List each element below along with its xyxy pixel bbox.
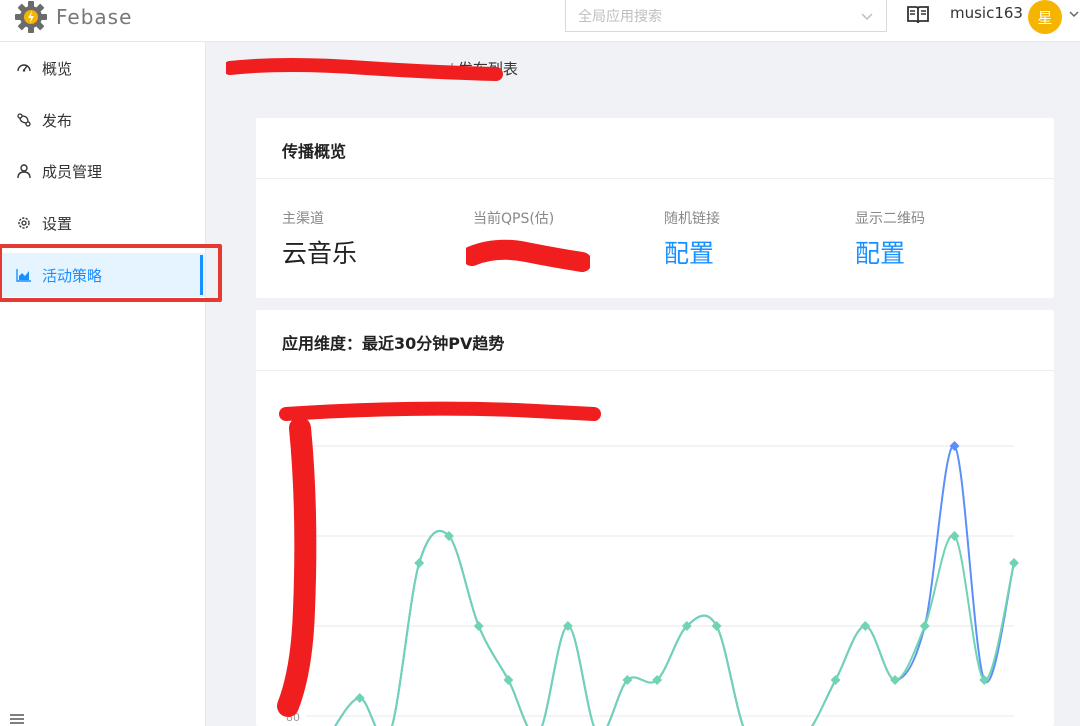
redaction-scribble (277, 417, 317, 717)
gear-icon (18, 217, 30, 229)
chevron-down-icon (861, 12, 873, 20)
sidebar-item-label: 概览 (42, 59, 73, 78)
sidebar: 概览 发布 成员管理 设置 活动策略 (0, 42, 222, 726)
plot-area (334, 441, 1019, 726)
stat-current-qps: 当前QPS(估) (473, 208, 663, 234)
dashboard-icon (17, 64, 31, 72)
series-line (334, 444, 1015, 726)
sidebar-item-overview[interactable]: 概览 (0, 46, 205, 90)
branch-icon (17, 113, 31, 127)
data-point[interactable] (830, 675, 841, 685)
search-placeholder: 全局应用搜索 (578, 8, 662, 25)
overview-card: 传播概览 主渠道 云音乐 当前QPS(估) 随机链接 配置 显示二维码 配置 (256, 118, 1054, 298)
gear-logo-icon (15, 1, 47, 33)
user-icon (17, 164, 31, 179)
menu-fold-icon[interactable] (10, 714, 24, 724)
overview-card-title: 传播概览 (282, 142, 347, 161)
chevron-down-icon[interactable] (1068, 8, 1080, 20)
trend-card: 应用维度：最近30分钟PV趋势 80 (256, 310, 1054, 726)
card-divider (256, 178, 1054, 179)
area-chart-icon (16, 269, 31, 282)
sidebar-item-settings[interactable]: 设置 (0, 201, 205, 245)
sidebar-item-members[interactable]: 成员管理 (0, 149, 205, 193)
breadcrumb-separator: / (448, 60, 454, 78)
app-logo[interactable]: Febase (14, 0, 132, 34)
stat-label: 随机链接 (664, 211, 720, 227)
app-name: Febase (56, 5, 133, 29)
avatar[interactable]: 星 (1028, 0, 1062, 34)
stat-label: 当前QPS(估) (473, 211, 555, 227)
data-point[interactable] (711, 621, 722, 631)
sidebar-item-label: 成员管理 (42, 162, 103, 181)
breadcrumb-current: 发布列表 (457, 60, 518, 78)
stat-label: 显示二维码 (855, 211, 925, 227)
global-search-select[interactable]: 全局应用搜索 (565, 0, 887, 32)
data-point[interactable] (919, 621, 930, 631)
data-point[interactable] (503, 675, 514, 685)
data-point[interactable] (414, 558, 425, 568)
top-bar: Febase 全局应用搜索 music163 星 (0, 0, 1080, 42)
data-point[interactable] (949, 531, 960, 541)
data-point[interactable] (1009, 558, 1019, 568)
breadcrumb: / 发布列表 (230, 58, 518, 79)
stat-value: 云音乐 (282, 239, 358, 268)
qrcode-config-link[interactable]: 配置 (855, 234, 1045, 270)
sidebar-item-publish[interactable]: 发布 (0, 98, 205, 142)
username[interactable]: music163 (950, 4, 1023, 22)
series-line (334, 530, 1015, 726)
sidebar-item-label: 设置 (42, 214, 73, 233)
redaction-scribble (466, 239, 590, 272)
data-point[interactable] (473, 621, 484, 631)
sidebar-item-label: 活动策略 (42, 266, 103, 285)
stat-show-qrcode: 显示二维码 配置 (855, 208, 1045, 270)
stat-main-channel: 主渠道 云音乐 (282, 208, 472, 270)
sidebar-item-activity-strategy[interactable]: 活动策略 (0, 253, 205, 297)
stat-label: 主渠道 (282, 211, 324, 227)
random-link-config-link[interactable]: 配置 (664, 234, 854, 270)
stat-random-link: 随机链接 配置 (664, 208, 854, 270)
pv-trend-chart: 80 (277, 401, 1019, 726)
book-icon[interactable] (906, 5, 930, 25)
redaction-scribble (279, 401, 601, 421)
sidebar-item-label: 发布 (42, 111, 73, 130)
